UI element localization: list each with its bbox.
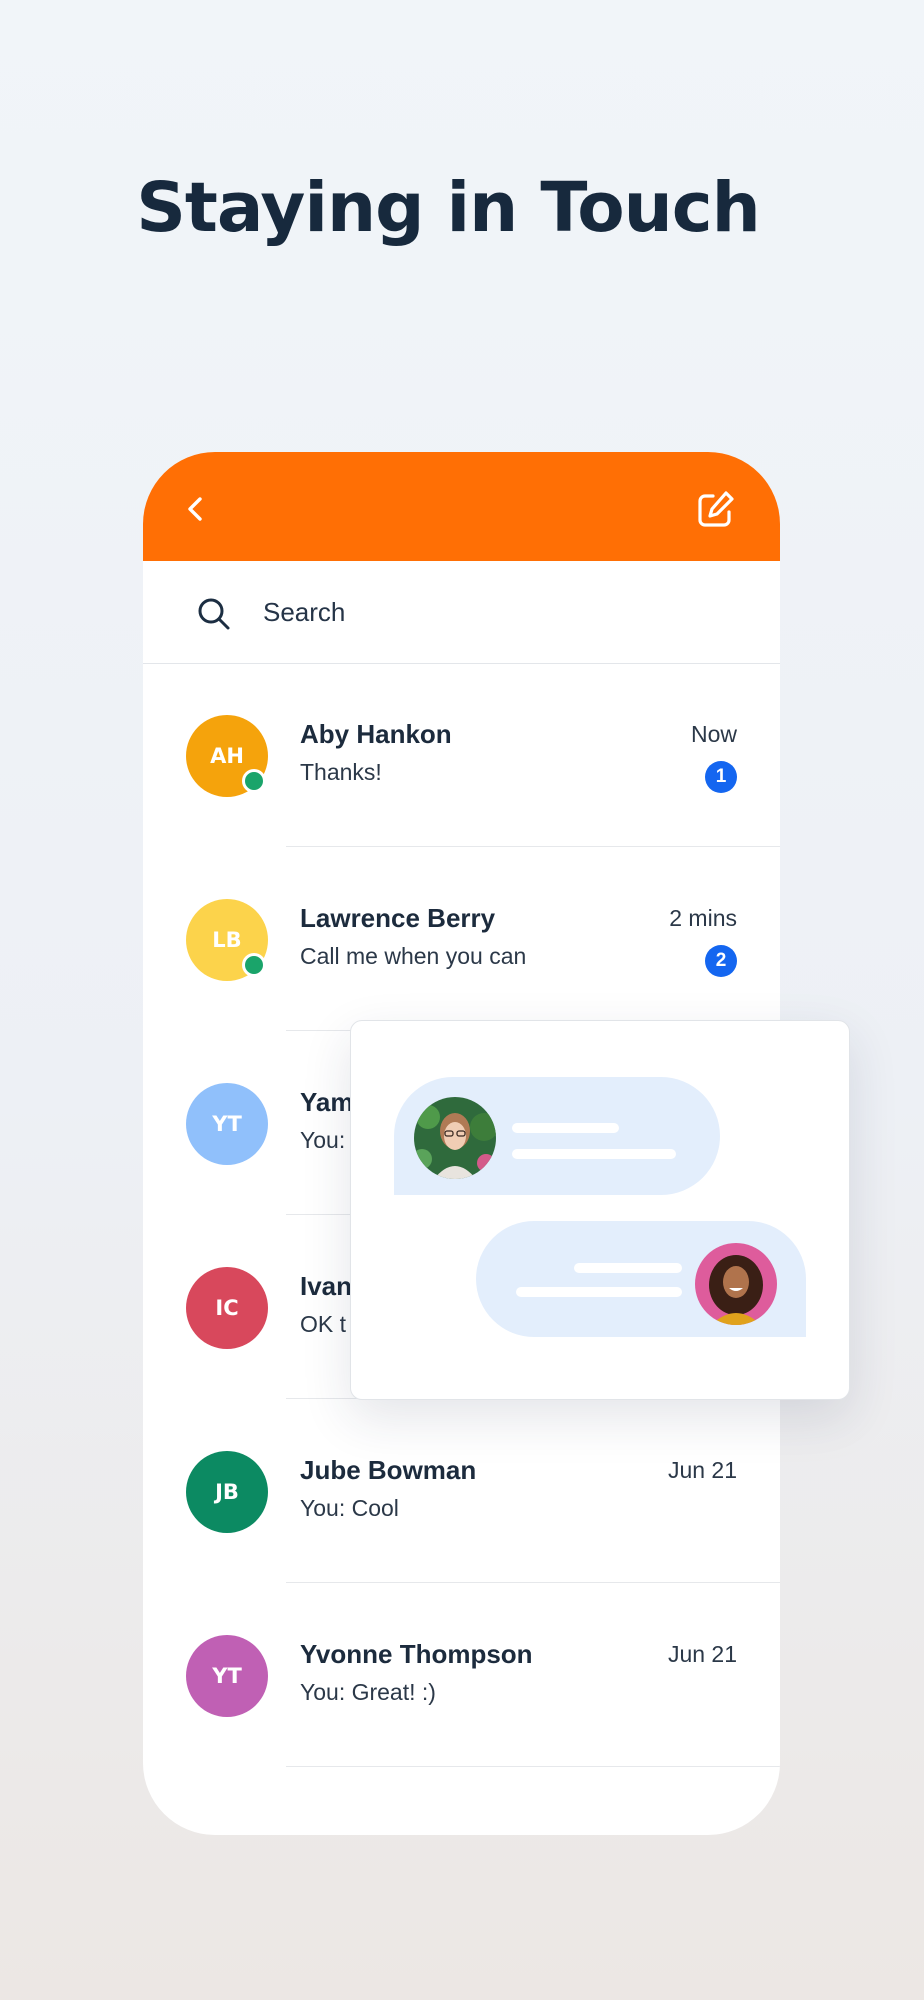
user-photo bbox=[695, 1243, 777, 1325]
online-indicator bbox=[242, 953, 266, 977]
message-time: Jun 21 bbox=[667, 1457, 737, 1483]
conversation-row[interactable]: AH Aby Hankon Thanks! Now 1 bbox=[143, 663, 780, 847]
contact-name: Ivan bbox=[300, 1271, 353, 1301]
conversation-row[interactable]: JB Jube Bowman You: Cool Jun 21 bbox=[143, 1399, 780, 1583]
message-preview: Thanks! bbox=[300, 759, 382, 785]
search-icon bbox=[198, 598, 230, 630]
avatar: IC bbox=[186, 1267, 268, 1349]
person-photo-icon bbox=[695, 1243, 777, 1325]
contact-name: Yvonne Thompson bbox=[300, 1639, 533, 1669]
avatar: YT bbox=[186, 1635, 268, 1717]
chevron-left-icon bbox=[188, 497, 202, 521]
avatar: YT bbox=[186, 1083, 268, 1165]
message-time: Jun 21 bbox=[667, 1641, 737, 1667]
message-time: 2 mins bbox=[669, 905, 737, 931]
compose-icon bbox=[698, 491, 734, 527]
message-preview: Call me when you can bbox=[300, 943, 527, 969]
search-input[interactable] bbox=[261, 591, 745, 633]
incoming-message-bubble bbox=[394, 1077, 720, 1195]
message-line-placeholder bbox=[512, 1123, 619, 1133]
message-line-placeholder bbox=[512, 1149, 676, 1159]
message-line-placeholder bbox=[516, 1287, 682, 1297]
unread-badge: 1 bbox=[705, 761, 737, 793]
compose-button[interactable] bbox=[695, 490, 735, 530]
conversation-row[interactable]: YT Yvonne Thompson You: Great! :) Jun 21 bbox=[143, 1583, 780, 1767]
row-divider bbox=[286, 1766, 780, 1767]
back-button[interactable] bbox=[181, 494, 211, 524]
chat-preview-card bbox=[350, 1020, 850, 1400]
contact-name: Aby Hankon bbox=[300, 719, 452, 749]
message-preview: You: bbox=[300, 1127, 346, 1153]
page-headline: Staying in Touch bbox=[136, 168, 761, 248]
message-preview: You: Cool bbox=[300, 1495, 399, 1521]
message-time: Now bbox=[690, 721, 737, 747]
avatar: JB bbox=[186, 1451, 268, 1533]
search-bar bbox=[143, 561, 780, 664]
message-line-placeholder bbox=[574, 1263, 682, 1273]
message-preview: You: Great! :) bbox=[300, 1679, 436, 1705]
app-header bbox=[143, 452, 780, 561]
conversation-row[interactable]: LB Lawrence Berry Call me when you can 2… bbox=[143, 847, 780, 1031]
contact-name: Jube Bowman bbox=[300, 1455, 477, 1485]
online-indicator bbox=[242, 769, 266, 793]
message-preview: OK t bbox=[300, 1311, 347, 1337]
contact-photo bbox=[414, 1097, 496, 1179]
contact-name: Yam bbox=[300, 1087, 354, 1117]
contact-name: Lawrence Berry bbox=[300, 903, 496, 933]
outgoing-message-bubble bbox=[476, 1221, 806, 1337]
person-photo-icon bbox=[414, 1097, 496, 1179]
unread-badge: 2 bbox=[705, 945, 737, 977]
